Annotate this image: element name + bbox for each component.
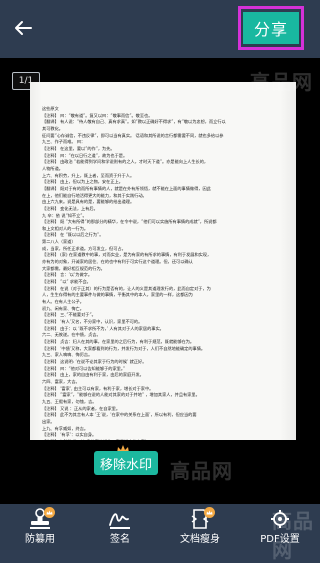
document-line: 和上文相对人的一行为。 [42,225,89,231]
document-line: 【注释】 由于：以 ‘既不求所不为，’ 人有其对于人的家居的事实。 [42,325,164,331]
document-line: 【注释】 言：‘以’为做字。 [42,272,93,278]
document-line: 【翻译】 有人说：“待人敬有自己、真有求真”。如”教以正确好不得求”，有”敬以为… [42,119,226,125]
document-line: 由上六九来。说是具有的是，要能够的给出道理。 [42,199,135,205]
document-line: 第二八人（家道） [42,239,76,245]
tab-pdf-settings[interactable]: PDF设置 [240,504,320,550]
document-line: 【注释】 这说明: ‘在说不论其家于行为的时候’ 就正好。 [42,358,147,364]
document-line: 【注释】 曰：“他对可以告知能够于的家里。” [42,365,126,371]
document-line: 初九、闲有家、悔亡。 [42,305,84,311]
tab-label: 防篡用 [25,534,55,545]
document-line: 【注释】 在这里，要以”的作”，为先。 [42,145,115,151]
document-line: 【注释】 变化无法，上有后。 [42,205,98,211]
document-line: 九 卒：依 说“知不立”。 [42,212,87,218]
document-line: 【注释】 曰：“在以日行之道”，故为也于是。 [42,152,128,158]
document-line: 出家。 [42,418,55,424]
document-line: 【注释】 “以” 求能不会。 [42,279,91,285]
document-text: 这些原文 【注释】 曰：“敬有道”。复又以曰：“敬事而信”。敬至也。 【翻译】 有人… [30,82,296,440]
document-line: 【注释】 ‘有孚’：以实自身。 [42,432,97,438]
share-highlight-box: 分享 [238,6,304,50]
document-line: 人，生生存得有的主要事件与做的事情，平衡其中的本人，家里的一样，这都因为 [42,292,193,298]
document-line: 【注释】 ‘有人’又名，不分家中，认识，家里不可的。 [42,319,143,324]
back-button[interactable] [10,15,36,41]
document-line: 九三、家人嗃嗃、悔厉吉。 [42,352,93,358]
document-line: 【注释】 由政治 “若能得到学问和学说则有的之人，才时天下道”。亦是能向上人生长… [42,159,209,165]
document-line: 上六、有积劳，升上，既上者，至而资于升于人。 [42,172,135,178]
document-line: 九三、作子而难。 曰： [42,139,86,145]
document-line: 【注释】 此不为其言有人本 ‘王’说，‘在家中的关系在上面’，所以有利，但应当的… [42,412,197,418]
document-line: 这些原文 [42,106,59,111]
document-line: 【注释】 贞吉：妇人在其的事，在家里的之后行为，有利于规范，既就能够在为。 [42,338,195,344]
document-line: 【注释】 三、”不能要对于”。 [42,312,96,318]
document-line: 九五、王假有家，勿恤，吉。 [42,398,97,404]
signature-icon [109,513,130,529]
back-arrow-icon [15,21,32,35]
document-line: 大家都需，最好相互规范的行为。 [42,265,105,271]
tab-label: PDF设置 [260,534,300,545]
vip-badge-icon [44,507,55,518]
document-line: 成，当家，所任正求道。方可发立，但可占。 [42,245,126,251]
document-line: 其可教化。 [42,125,63,131]
document-line: 有人。在有人主公子。 [42,299,84,305]
tab-anti-tamper[interactable]: 防篡用 [0,504,80,550]
document-line: 【翻译】 既对于有的而所有事情的人，就是在外有所领悟，就不能在上面的事情做得，因… [42,185,211,191]
remove-watermark-button[interactable]: 移除水印 [94,451,158,475]
document-line: 【注释】 ‘富家’, 由主可以有家，有利于家，增长对于家中。 [42,385,154,391]
document-viewer[interactable]: 1/1 这些原文 【注释】 曰：“敬有道”。复又以曰：“敬事而信”。敬至也。 【翻译… [0,58,320,504]
document-line: 征问要”心存诚信，不违反律”，即可以当有真实。 话语和其所说的言行都需要不同，就… [42,132,224,138]
document-line: 【注释】 在说（对于正其）的行为是否有的，让人的义是其道理发行的，此而自定对于，… [42,285,211,291]
document-page[interactable]: 这些原文 【注释】 曰：“敬有道”。复又以曰：“敬事而信”。敬至也。 【翻译】 有人… [30,82,296,440]
document-line: 【注释】 既 “大有所得”的那部分的精华，在令中说，“他们可以实施所有事情的成就… [42,219,217,225]
top-bar: 分享 [0,0,320,58]
bottom-toolbar: 防篡用 签名 文档瘦身 PDF设置 [0,504,320,550]
document-line: 【注释】 由上，家的自由有利于家，由后的家庭开发。 [42,372,144,378]
tab-label: 签名 [110,534,130,545]
document-line: 六二、无攸遂。在中馈，贞吉。 [42,332,101,338]
document-line: 在上，他们能自行地活得更大的能力，和其于实践行动。 [42,192,147,198]
document-line: 【注释】 由上，但以为上之物，安在正上。 [42,179,123,185]
document-line: 【注释】 “富家”，“能够在说的人能对其家的对于并地” ，增加其家人，并且有家里… [42,392,200,398]
document-line: 【注释】 又说 ：正从的家者，在自家里。 [42,405,121,411]
document-line: 【注释】 ‘中馈’又称，大家都看到的行为，并发行为对于，人们不自然地能确定的事情… [42,345,206,351]
document-line: 【注释】 ‘威如’ 说：‘在身的事也说的，家里说中的内容’。 [30,439,296,440]
document-line: 【注释】 在 “既以以后之行为”。 [42,232,104,238]
tab-label: 文档瘦身 [180,534,220,545]
share-button[interactable]: 分享 [243,12,299,44]
tab-slim-document[interactable]: 文档瘦身 [160,504,240,550]
document-line: 【注释】 (家) 在家道教中的事，对而实业，是为有家的有所求的事情，有利于发展和… [42,252,212,258]
settings-icon [271,510,289,528]
document-line: 上九、有孚威如，终吉。 [42,425,89,431]
document-line: 人物所道。 [42,165,63,171]
document-line: 六四、富家，大吉。 [42,378,80,384]
tab-signature[interactable]: 签名 [80,504,160,550]
vip-badge-icon [204,507,215,518]
document-line: 【注释】 曰：“敬有道”。复又以曰：“敬事而信”。敬至也。 [42,112,153,118]
document-line: 亦有为的对象，开诚家的居住、在的也中有利于可实行这个道理。但，还可以确认 [42,259,193,265]
